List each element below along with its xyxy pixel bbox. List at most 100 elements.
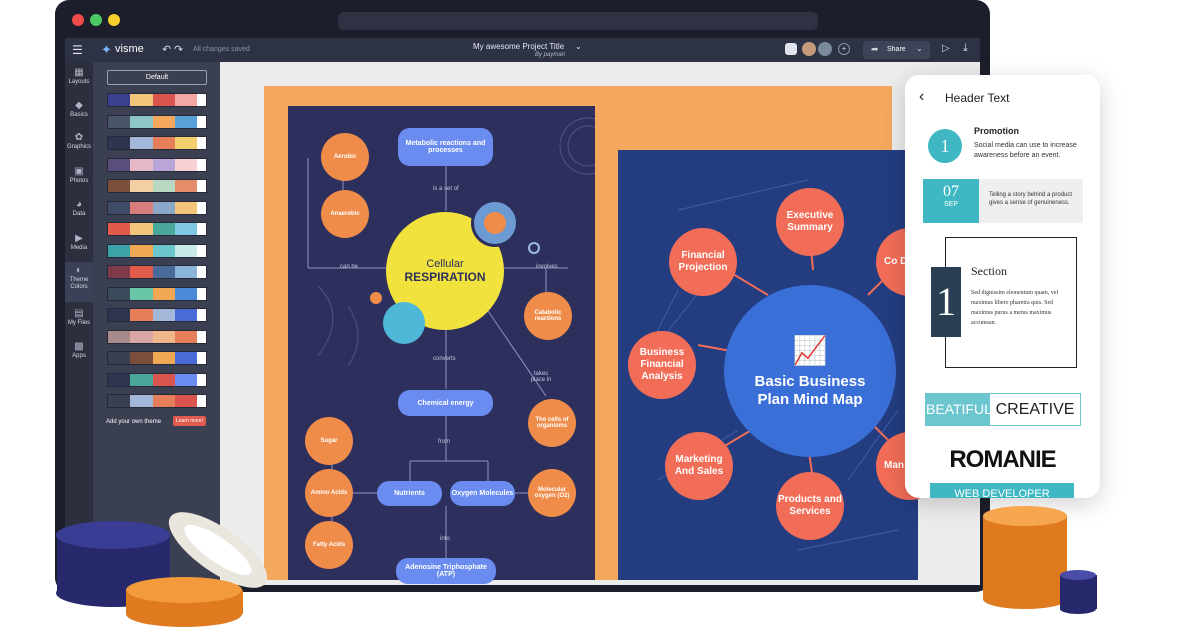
financial-projection-node[interactable]: Financial Projection (669, 228, 737, 296)
fatty-acids-node[interactable]: Fatty Acids (305, 521, 353, 569)
palette-swatch (130, 373, 153, 386)
beatiful-text: BEATIFUL (926, 394, 992, 425)
sugar-node[interactable]: Sugar (305, 417, 353, 465)
aerobic-node[interactable]: Aerobic (321, 133, 369, 181)
palette-swatch (130, 223, 153, 235)
tool-data[interactable]: ◕ Data (65, 196, 93, 226)
editor-toolbar: ☰ ✦ visme ↶ ↷ All changes saved My aweso… (65, 38, 980, 62)
comment-icon[interactable] (785, 43, 797, 55)
respiration-mind-map-slide[interactable]: Metabolic reactions and processes is a s… (288, 106, 595, 584)
palette-swatch (174, 244, 198, 257)
palette-swatch (152, 395, 175, 407)
palette-swatch (174, 115, 198, 128)
theme-palette[interactable] (107, 351, 207, 365)
mobile-template-preview[interactable]: ‹ Header Text 1 Promotion Social media c… (905, 75, 1100, 498)
palette-swatch (197, 373, 206, 386)
theme-palette[interactable] (107, 286, 207, 301)
palette-swatch (152, 137, 175, 149)
cells-of-organisms-node[interactable]: The cells of organisms (528, 399, 576, 447)
tool-apps[interactable]: ▩ Apps (65, 338, 93, 368)
palette-swatch (174, 180, 198, 192)
back-arrow-icon[interactable]: ‹ (919, 88, 924, 106)
theme-palette[interactable] (107, 93, 207, 107)
palette-swatch (130, 158, 153, 171)
theme-palette[interactable] (107, 157, 207, 172)
palette-swatch (108, 158, 131, 171)
tool-photos[interactable]: ▣ Photos (65, 163, 93, 193)
business-financial-analysis-node[interactable]: Business Financial Analysis (628, 331, 696, 399)
theme-palette[interactable] (107, 265, 207, 279)
palette-swatch (108, 115, 131, 128)
theme-palette[interactable] (107, 114, 207, 129)
hamburger-menu-icon[interactable]: ☰ (72, 43, 83, 57)
palette-swatch (197, 244, 206, 257)
chemical-energy-pill[interactable]: Chemical energy (398, 390, 493, 416)
oxygen-molecules-pill[interactable]: Oxygen Molecules (450, 481, 515, 506)
chevron-down-icon[interactable]: ⌄ (916, 44, 923, 53)
catabolic-reactions-node[interactable]: Catabolic reactions (524, 292, 572, 340)
redo-icon[interactable]: ↷ (174, 43, 183, 56)
chevron-down-icon[interactable]: ⌄ (575, 42, 582, 51)
products-services-node[interactable]: Products and Services (776, 472, 844, 540)
theme-palette[interactable] (107, 372, 207, 387)
theme-palette[interactable] (107, 308, 207, 322)
play-icon[interactable]: ▷ (942, 43, 950, 54)
project-title[interactable]: My awesome Project Title (473, 42, 564, 51)
theme-palette[interactable] (107, 394, 207, 408)
media-icon: ▶ (75, 233, 83, 244)
executive-summary-node[interactable]: Executive Summary (776, 188, 844, 256)
minimize-window-dot[interactable] (108, 14, 120, 26)
theme-palette[interactable] (107, 222, 207, 236)
palette-swatch (152, 287, 175, 300)
close-window-dot[interactable] (72, 14, 84, 26)
palette-swatch (174, 201, 198, 214)
default-theme-button[interactable]: Default (107, 70, 207, 85)
marketing-sales-node[interactable]: Marketing And Sales (665, 432, 733, 500)
center-title-line1: Cellular (426, 258, 464, 270)
tool-graphics[interactable]: ✿ Graphics (65, 129, 93, 159)
save-status: All changes saved (193, 46, 250, 53)
nutrients-pill[interactable]: Nutrients (377, 481, 442, 506)
creative-text: CREATIVE (995, 401, 1075, 418)
browser-address-bar[interactable] (338, 12, 818, 30)
download-icon[interactable]: ⤓ (963, 42, 968, 55)
palette-swatch (108, 352, 131, 364)
tool-my-files[interactable]: ▤ My Files (65, 305, 93, 335)
maximize-window-dot[interactable] (90, 14, 102, 26)
share-button[interactable]: ➦ Share ⌄ (863, 41, 930, 59)
avatar[interactable] (802, 42, 816, 56)
undo-icon[interactable]: ↶ (162, 43, 171, 56)
theme-palette[interactable] (107, 243, 207, 258)
amino-acids-node[interactable]: Amino Acids (305, 469, 353, 517)
from-label: from (438, 439, 450, 445)
avatar[interactable] (818, 42, 832, 56)
tool-basics[interactable]: ◆ Basics (65, 97, 93, 127)
palette-swatch (130, 287, 153, 300)
learn-more-button[interactable]: Learn more! (173, 416, 206, 426)
center-title-line1: Basic Business (754, 372, 866, 390)
tool-layouts[interactable]: ▦ Layouts (65, 64, 93, 94)
theme-palette[interactable] (107, 179, 207, 193)
add-collaborator-icon[interactable]: + (838, 43, 850, 55)
business-mind-map-slide[interactable]: Executive Summary Financial Projection B… (618, 150, 944, 580)
anaerobic-node[interactable]: Anaerobic (321, 190, 369, 238)
theme-palette[interactable] (107, 136, 207, 150)
tool-sidebar: ▦ Layouts ◆ Basics ✿ Graphics ▣ Photos ◕ Data ▶ Med… (65, 62, 93, 585)
palette-swatch (108, 244, 131, 257)
metabolic-reactions-pill[interactable]: Metabolic reactions and processes (398, 128, 493, 166)
palette-swatch (197, 201, 206, 214)
tool-media[interactable]: ▶ Media (65, 230, 93, 260)
involves-label: involves (536, 264, 558, 270)
atp-pill[interactable]: Adenosine Triphosphate (ATP) (396, 558, 496, 584)
theme-palette[interactable] (107, 329, 207, 344)
palette-swatch (197, 137, 206, 149)
theme-palette[interactable] (107, 200, 207, 215)
palette-icon: ◐ (75, 265, 83, 276)
business-plan-center-node[interactable]: 📈 Basic Business Plan Mind Map (724, 285, 896, 457)
palette-swatch (174, 287, 198, 300)
molecular-oxygen-node[interactable]: Molecular oxygen (O2) (528, 469, 576, 517)
tool-theme-colors[interactable]: ◐ Theme Colors (65, 262, 93, 302)
palette-swatch (130, 115, 153, 128)
share-label: Share (887, 46, 906, 53)
palette-swatch (174, 223, 198, 235)
